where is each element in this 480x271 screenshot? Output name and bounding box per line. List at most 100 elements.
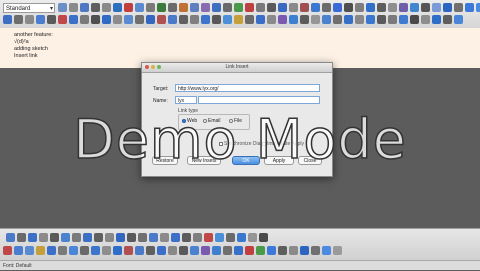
toolbar-row2-icon-35[interactable] [377,15,386,24]
toolbar-icon-14[interactable] [201,3,210,12]
toolbar-icon-23[interactable] [300,3,309,12]
chevron-down-icon[interactable]: ▾ [50,4,53,14]
toolbar-row2-icon-9[interactable] [91,15,100,24]
math-toolbar-icon-1[interactable] [6,233,15,242]
radio-file[interactable]: File [229,118,242,124]
toolbar-icon-6[interactable] [113,3,122,12]
toolbar-icon-4[interactable] [91,3,100,12]
toolbar-icon-37[interactable] [454,3,463,12]
toolbar-row2-icon-31[interactable] [333,15,342,24]
apply-button[interactable]: Apply [264,156,294,165]
toolbar-icon-16[interactable] [223,3,232,12]
toolbar-icon-9[interactable] [146,3,155,12]
math-toolbar-icon-15[interactable] [160,233,169,242]
math-toolbar-row2-icon-21[interactable] [223,246,232,255]
math-toolbar-row2-icon-24[interactable] [256,246,265,255]
math-toolbar-row2-icon-10[interactable] [102,246,111,255]
math-toolbar-row2-icon-13[interactable] [135,246,144,255]
toolbar-row2-icon-33[interactable] [355,15,364,24]
math-toolbar-row2-icon-26[interactable] [278,246,287,255]
radio-email[interactable]: Email [203,118,221,124]
paragraph-style-select[interactable]: Standard ▾ [3,3,55,13]
math-toolbar-row2-icon-11[interactable] [113,246,122,255]
toolbar-row2-icon-18[interactable] [190,15,199,24]
math-toolbar-icon-3[interactable] [28,233,37,242]
toolbar-icon-11[interactable] [168,3,177,12]
immediate-apply-checkbox[interactable]: Immediate Apply [262,141,304,147]
toolbar-icon-13[interactable] [190,3,199,12]
toolbar-row2-icon-23[interactable] [245,15,254,24]
math-toolbar-row2-icon-20[interactable] [212,246,221,255]
math-toolbar-row2-icon-30[interactable] [322,246,331,255]
toolbar-icon-26[interactable] [333,3,342,12]
toolbar-row2-icon-14[interactable] [146,15,155,24]
math-toolbar-icon-7[interactable] [72,233,81,242]
math-toolbar-icon-6[interactable] [61,233,70,242]
toolbar-row2-icon-28[interactable] [300,15,309,24]
math-toolbar-row2-icon-25[interactable] [267,246,276,255]
toolbar-row2-icon-38[interactable] [410,15,419,24]
new-insets-button[interactable]: New Insets [187,156,221,165]
toolbar-row2-icon-24[interactable] [256,15,265,24]
math-toolbar-row2-icon-6[interactable] [58,246,67,255]
toolbar-row2-icon-3[interactable] [25,15,34,24]
math-toolbar-icon-5[interactable] [50,233,59,242]
math-toolbar-row2-icon-29[interactable] [311,246,320,255]
math-toolbar-row2-icon-7[interactable] [69,246,78,255]
toolbar-row2-icon-40[interactable] [432,15,441,24]
math-toolbar-row2-icon-4[interactable] [36,246,45,255]
toolbar-icon-8[interactable] [135,3,144,12]
math-toolbar-row2-icon-16[interactable] [168,246,177,255]
toolbar-row2-icon-13[interactable] [135,15,144,24]
toolbar-icon-20[interactable] [267,3,276,12]
restore-button[interactable]: Restore [152,156,178,165]
toolbar-icon-36[interactable] [443,3,452,12]
toolbar-row2-icon-25[interactable] [267,15,276,24]
toolbar-row2-icon-11[interactable] [113,15,122,24]
math-toolbar-icon-16[interactable] [171,233,180,242]
close-button[interactable]: Close [298,156,322,165]
toolbar-row2-icon-8[interactable] [80,15,89,24]
toolbar-row2-icon-26[interactable] [278,15,287,24]
close-window-icon[interactable] [145,65,149,69]
math-toolbar-icon-14[interactable] [149,233,158,242]
toolbar-row2-icon-20[interactable] [212,15,221,24]
math-toolbar-row2-icon-5[interactable] [47,246,56,255]
toolbar-row2-icon-41[interactable] [443,15,452,24]
toolbar-row2-icon-10[interactable] [102,15,111,24]
toolbar-icon-29[interactable] [366,3,375,12]
math-toolbar-icon-23[interactable] [248,233,257,242]
toolbar-icon-19[interactable] [256,3,265,12]
toolbar-icon-32[interactable] [399,3,408,12]
toolbar-row2-icon-37[interactable] [399,15,408,24]
dialog-titlebar[interactable]: Link Insert [142,63,332,73]
math-toolbar-row2-icon-2[interactable] [14,246,23,255]
toolbar-row2-icon-30[interactable] [322,15,331,24]
toolbar-icon-34[interactable] [421,3,430,12]
ok-button[interactable]: OK [232,156,260,165]
toolbar-icon-2[interactable] [69,3,78,12]
math-toolbar-row2-icon-27[interactable] [289,246,298,255]
math-toolbar-icon-2[interactable] [17,233,26,242]
math-toolbar-icon-19[interactable] [204,233,213,242]
toolbar-row2-icon-7[interactable] [69,15,78,24]
toolbar-row2-icon-15[interactable] [157,15,166,24]
toolbar-icon-31[interactable] [388,3,397,12]
toolbar-icon-10[interactable] [157,3,166,12]
toolbar-row2-icon-16[interactable] [168,15,177,24]
math-toolbar-row2-icon-31[interactable] [333,246,342,255]
toolbar-icon-38[interactable] [465,3,474,12]
math-toolbar-icon-8[interactable] [83,233,92,242]
math-toolbar-row2-icon-28[interactable] [300,246,309,255]
toolbar-row2-icon-2[interactable] [14,15,23,24]
toolbar-icon-25[interactable] [322,3,331,12]
toolbar-icon-21[interactable] [278,3,287,12]
math-toolbar-icon-21[interactable] [226,233,235,242]
toolbar-icon-17[interactable] [234,3,243,12]
name-input[interactable]: lyx [175,96,197,104]
math-toolbar-row2-icon-15[interactable] [157,246,166,255]
math-toolbar-row2-icon-1[interactable] [3,246,12,255]
math-toolbar-row2-icon-22[interactable] [234,246,243,255]
toolbar-icon-15[interactable] [212,3,221,12]
minimize-window-icon[interactable] [151,65,155,69]
